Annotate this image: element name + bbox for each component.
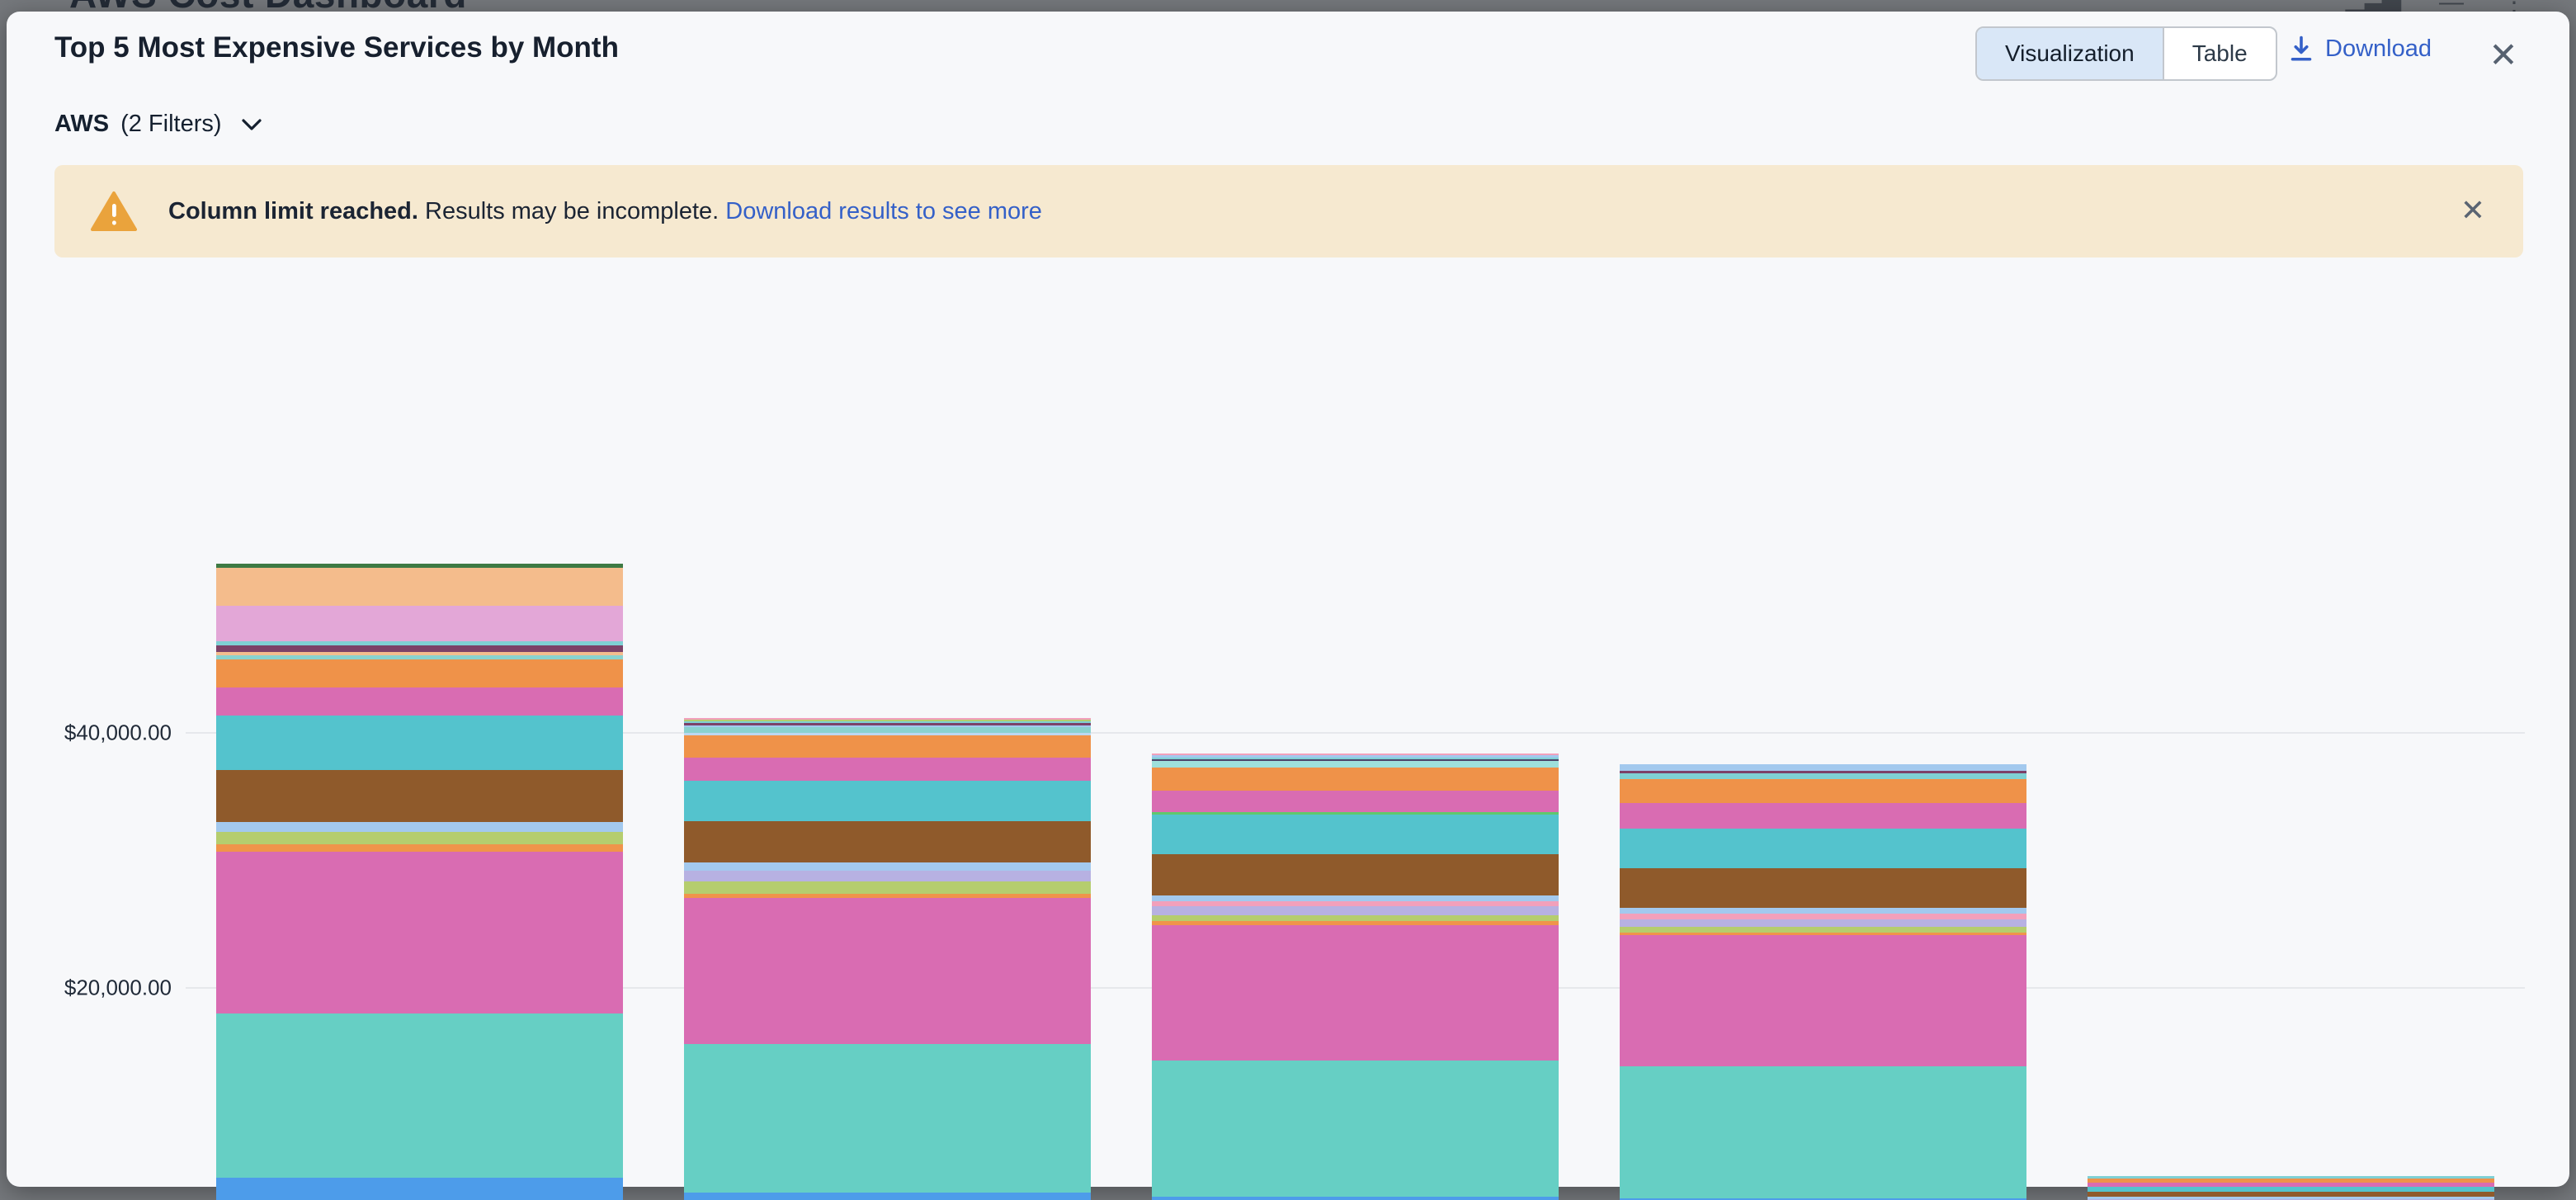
view-toggle: Visualization Table — [1975, 26, 2277, 81]
modal-close-button[interactable]: ✕ — [2482, 33, 2525, 76]
y-tick-label: $40,000.00 — [64, 720, 172, 746]
bar-segment[interactable] — [684, 735, 1091, 757]
bar-segment[interactable] — [1620, 773, 2026, 780]
download-label: Download — [2325, 35, 2432, 63]
bar-segment[interactable] — [1152, 791, 1559, 812]
bar-column — [1589, 276, 2057, 1200]
filter-dropdown[interactable]: AWS (2 Filters) — [54, 111, 263, 138]
screen: AWS Cost Dashboard ▂▄▆ — ⋮ Top 5 Most Ex… — [0, 0, 2576, 1200]
bar-segment[interactable] — [1620, 919, 2026, 927]
bar-segment[interactable] — [216, 844, 623, 852]
filter-count: (2 Filters) — [120, 111, 221, 138]
stacked-bar-chart: $40,000.00$20,000.00$0.00 Jan 31Feb 7Feb… — [7, 276, 2569, 1101]
bar-feb-21[interactable] — [1620, 764, 2026, 1200]
bar-segment[interactable] — [216, 852, 623, 1013]
bar-column — [2057, 276, 2525, 1200]
bar-segment[interactable] — [216, 568, 623, 606]
bar-segment[interactable] — [216, 645, 623, 652]
banner-text: Column limit reached. Results may be inc… — [168, 198, 1042, 225]
bar-segment[interactable] — [1152, 925, 1559, 1061]
close-icon: ✕ — [2460, 193, 2485, 227]
bar-segment[interactable] — [1620, 764, 2026, 771]
bar-segment[interactable] — [684, 898, 1091, 1045]
bar-segment[interactable] — [1620, 1066, 2026, 1199]
bar-segment[interactable] — [1152, 761, 1559, 767]
bar-segment[interactable] — [684, 1044, 1091, 1192]
bar-segment[interactable] — [684, 1193, 1091, 1200]
bar-segment[interactable] — [1152, 854, 1559, 895]
bar-segment[interactable] — [1620, 908, 2026, 914]
bar-segment[interactable] — [216, 822, 623, 833]
bar-segment[interactable] — [1152, 895, 1559, 901]
banner-close-button[interactable]: ✕ — [2460, 193, 2485, 228]
bar-segment[interactable] — [1620, 829, 2026, 868]
bar-segment[interactable] — [216, 1178, 623, 1200]
bar-column — [653, 276, 1121, 1200]
bar-segment[interactable] — [1152, 915, 1559, 921]
bar-column — [1121, 276, 1589, 1200]
bars-area — [186, 276, 2525, 1200]
banner-message: Results may be incomplete. — [418, 198, 725, 224]
y-tick-label: $20,000.00 — [64, 976, 172, 1001]
bar-column — [186, 276, 653, 1200]
banner-link[interactable]: Download results to see more — [725, 198, 1042, 224]
bar-segment[interactable] — [216, 687, 623, 716]
tab-table[interactable]: Table — [2164, 28, 2276, 79]
bar-segment[interactable] — [1152, 1061, 1559, 1197]
bar-segment[interactable] — [1152, 815, 1559, 855]
bar-segment[interactable] — [1620, 868, 2026, 908]
bar-segment[interactable] — [684, 758, 1091, 782]
bar-jan-31[interactable] — [216, 564, 623, 1200]
bar-segment[interactable] — [1152, 906, 1559, 915]
close-icon: ✕ — [2489, 35, 2517, 75]
bar-segment[interactable] — [684, 781, 1091, 821]
bar-segment[interactable] — [1152, 1197, 1559, 1200]
bar-segment[interactable] — [1152, 768, 1559, 791]
modal-title: Top 5 Most Expensive Services by Month — [54, 31, 619, 64]
bar-segment[interactable] — [1620, 779, 2026, 803]
bar-feb-14[interactable] — [1152, 754, 1559, 1200]
bar-feb-7[interactable] — [684, 718, 1091, 1200]
bar-segment[interactable] — [684, 871, 1091, 881]
bar-segment[interactable] — [216, 716, 623, 770]
warning-banner: Column limit reached. Results may be inc… — [54, 165, 2523, 257]
bar-feb-28[interactable] — [2088, 1176, 2494, 1200]
bar-segment[interactable] — [684, 862, 1091, 871]
bar-segment[interactable] — [216, 606, 623, 641]
filter-name: AWS — [54, 111, 109, 138]
bar-segment[interactable] — [216, 1013, 623, 1178]
bar-segment[interactable] — [1620, 803, 2026, 829]
bar-segment[interactable] — [1620, 927, 2026, 933]
banner-bold-text: Column limit reached. — [168, 198, 418, 224]
bar-segment[interactable] — [684, 821, 1091, 862]
bar-segment[interactable] — [684, 881, 1091, 894]
bar-segment[interactable] — [1620, 914, 2026, 919]
tab-visualization[interactable]: Visualization — [1977, 28, 2164, 79]
bar-segment[interactable] — [216, 832, 623, 844]
download-button[interactable]: Download — [2289, 35, 2432, 63]
bar-segment[interactable] — [1620, 935, 2026, 1066]
bar-segment[interactable] — [216, 770, 623, 821]
bar-segment[interactable] — [216, 659, 623, 687]
warning-icon — [91, 191, 137, 232]
chevron-down-icon — [240, 116, 263, 133]
download-icon — [2289, 35, 2314, 63]
chart-modal: Top 5 Most Expensive Services by Month V… — [7, 12, 2569, 1187]
